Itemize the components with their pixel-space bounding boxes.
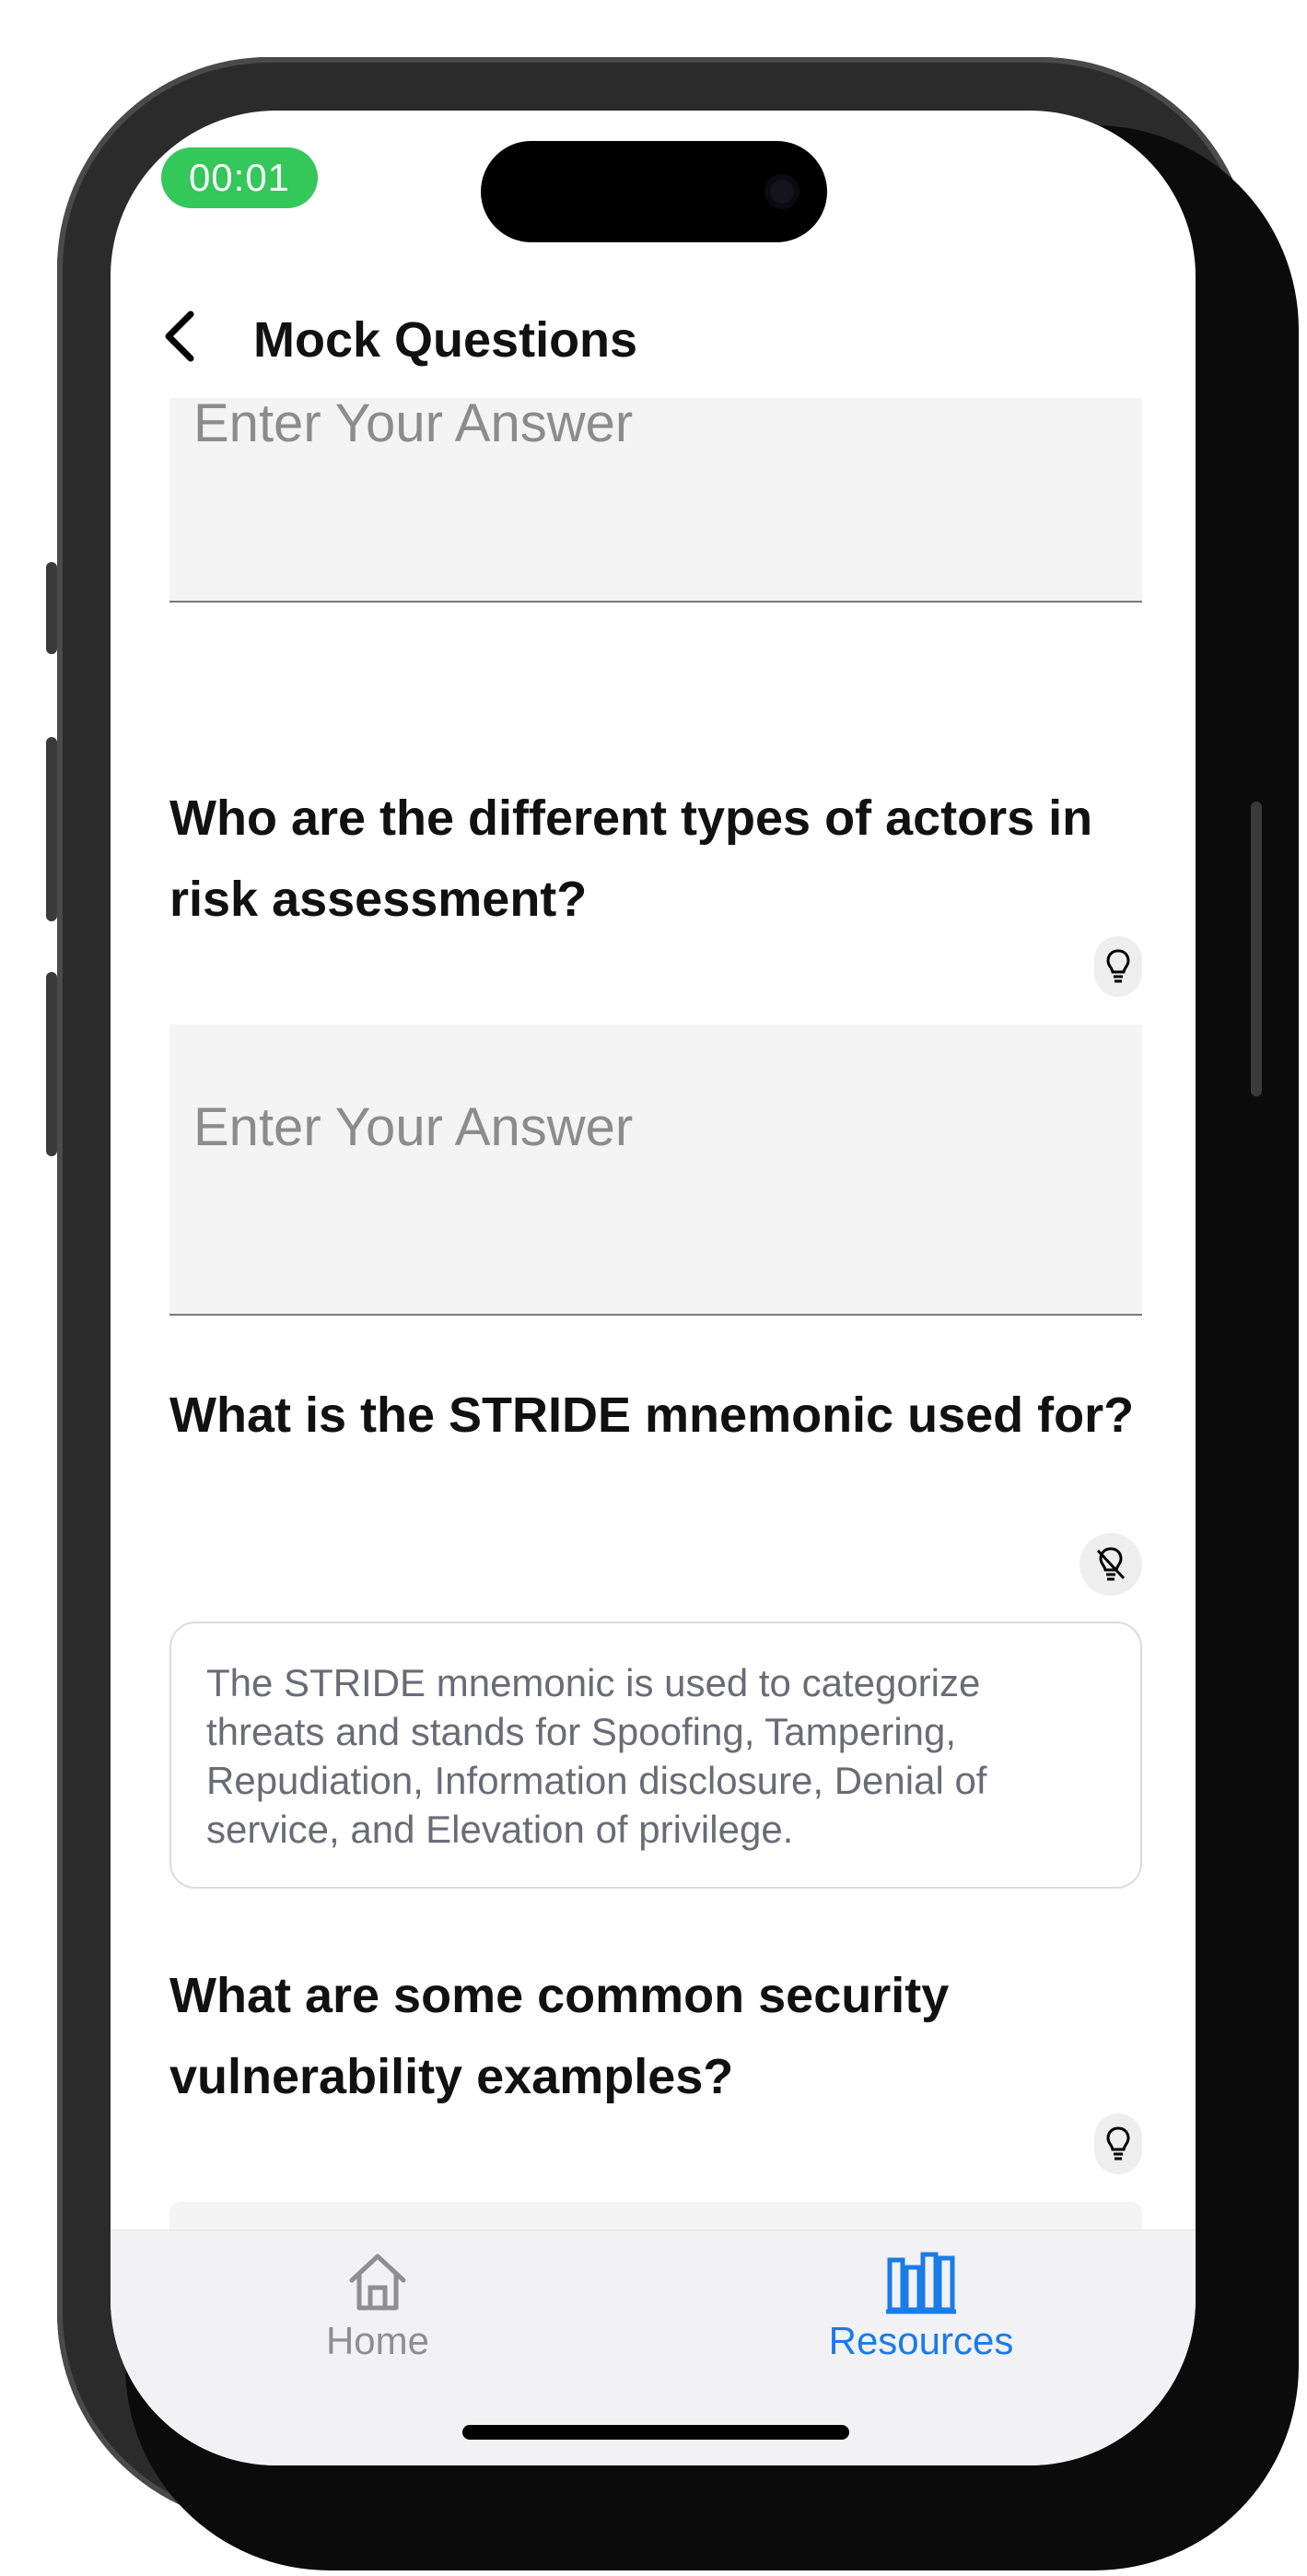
hint-button[interactable] [1094,936,1142,997]
answer-field[interactable]: Enter Your Answer [169,398,1142,603]
answer-placeholder: Enter Your Answer [193,398,634,453]
home-icon [349,2254,406,2311]
lightbulb-icon [1106,2126,1130,2160]
tab-home-label: Home [325,2319,430,2362]
page-title: Mock Questions [253,312,638,368]
lightbulb-icon [1106,949,1130,983]
app-screen: 00:01 Mock Questions Enter Your Answer W… [111,111,1196,2465]
tab-resources[interactable]: Resources [783,2249,1059,2378]
volume-down-button [46,972,57,1156]
dynamic-island [481,141,827,242]
answer-placeholder: Enter Your Answer [193,1097,634,1157]
tab-resources-label: Resources [828,2319,1014,2362]
questions-list[interactable]: Enter Your Answer Who are the different … [111,398,1196,2239]
hint-toggle-button[interactable] [1079,1533,1142,1596]
question-text: What are some common security vulnerabil… [169,1968,950,2104]
recording-timer[interactable]: 00:01 [161,147,318,208]
navigation-bar: Mock Questions [111,286,1196,387]
tab-home[interactable]: Home [239,2249,516,2378]
camera-icon [764,174,799,209]
question-text: What is the STRIDE mnemonic used for? [169,1388,1135,1443]
back-button[interactable] [147,304,212,369]
hint-button[interactable] [1094,2113,1142,2174]
power-button [1251,802,1262,1096]
chevron-left-icon [165,310,194,362]
revealed-answer: The STRIDE mnemonic is used to categoriz… [169,1622,1142,1889]
volume-up-button [46,737,57,921]
books-icon [886,2252,956,2314]
answer-field[interactable]: Enter Your Answer [169,1025,1142,1316]
question-text: Who are the different types of actors in… [169,790,1093,927]
action-button [46,562,57,654]
home-indicator[interactable] [462,2425,849,2440]
lightbulb-off-icon [1096,1547,1126,1581]
